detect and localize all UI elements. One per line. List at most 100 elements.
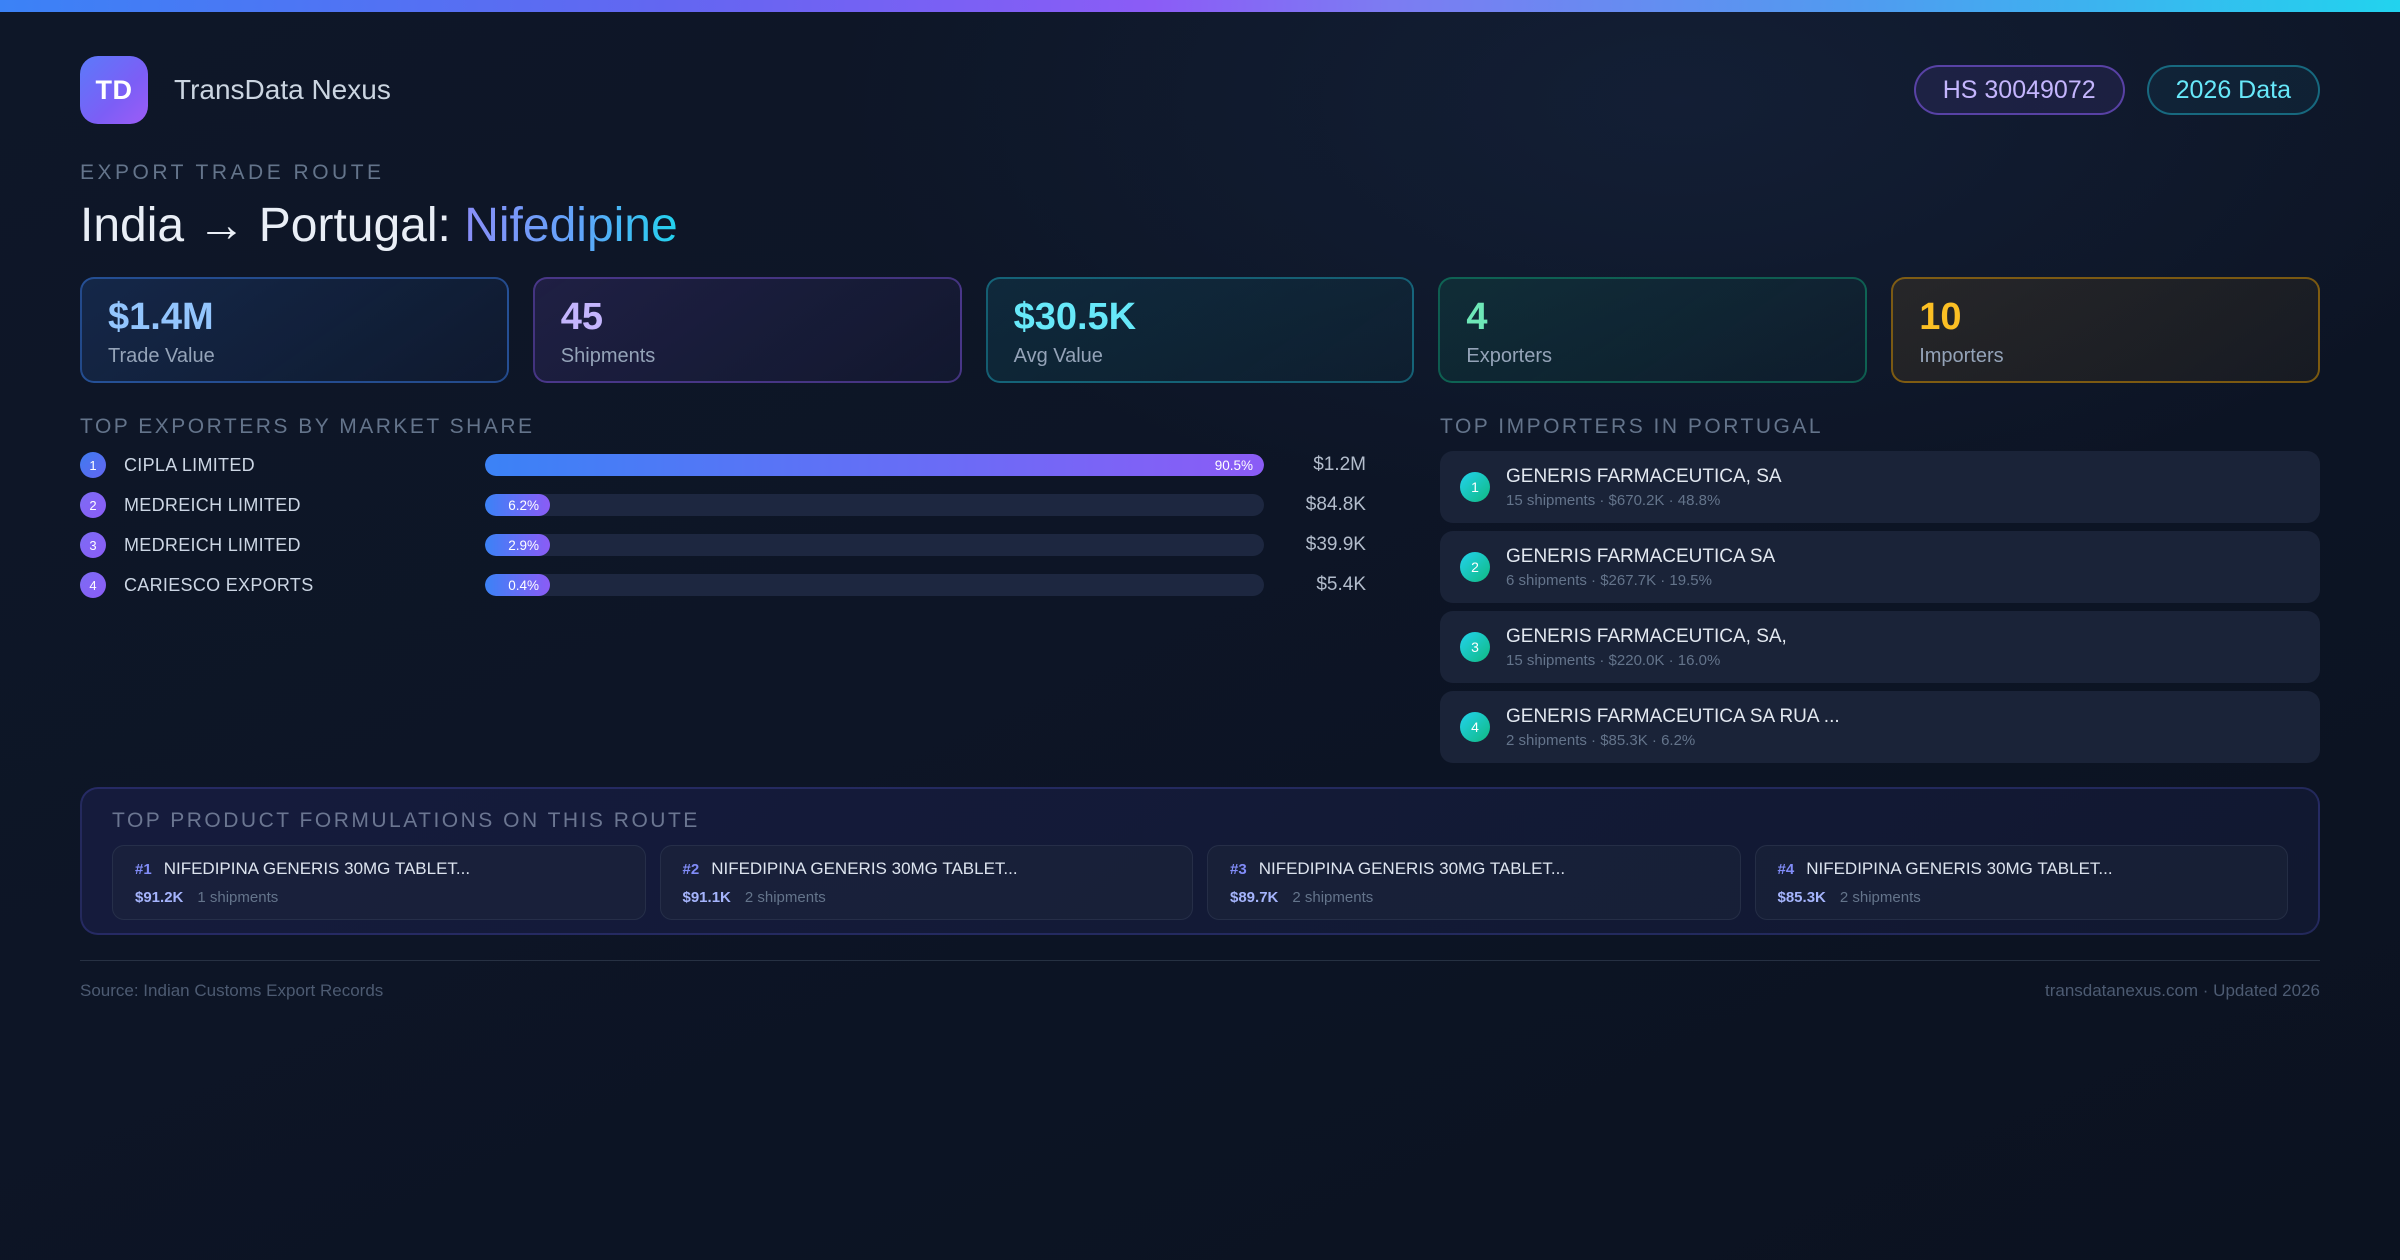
header-badges: HS 30049072 2026 Data xyxy=(1913,65,2320,115)
product-rank: #4 xyxy=(1777,861,1795,878)
page-title-product: Nifedipine xyxy=(464,199,678,252)
importer-card[interactable]: 3 GENERIS FARMACEUTICA, SA, 15 shipments… xyxy=(1440,611,2320,683)
exporter-name: MEDREICH LIMITED xyxy=(124,494,301,515)
importer-card[interactable]: 1 GENERIS FARMACEUTICA, SA 15 shipments … xyxy=(1440,451,2320,523)
rank-badge: 1 xyxy=(80,452,106,478)
main-columns: TOP EXPORTERS BY MARKET SHARE 1 CIPLA LI… xyxy=(80,415,2320,763)
importer-card[interactable]: 2 GENERIS FARMACEUTICA SA 6 shipments · … xyxy=(1440,531,2320,603)
footer-source: Source: Indian Customs Export Records xyxy=(80,981,384,1000)
rank-badge: 2 xyxy=(1460,552,1490,582)
importer-card[interactable]: 4 GENERIS FARMACEUTICA SA RUA ... 2 ship… xyxy=(1440,691,2320,763)
rank-badge: 4 xyxy=(80,572,106,598)
stat-value: 10 xyxy=(1919,296,1962,338)
rank-badge: 2 xyxy=(80,492,106,518)
importer-meta: 2 shipments · $85.3K · 6.2% xyxy=(1506,731,1696,749)
exporter-value: $1.2M xyxy=(1313,454,1366,475)
products-panel: TOP PRODUCT FORMULATIONS ON THIS ROUTE #… xyxy=(80,787,2320,935)
product-card[interactable]: #1 NIFEDIPINA GENERIS 30MG TABLET... $91… xyxy=(112,845,646,920)
exporter-value: $5.4K xyxy=(1316,574,1366,595)
importers-heading: TOP IMPORTERS IN PORTUGAL xyxy=(1440,415,1824,438)
importer-meta: 15 shipments · $670.2K · 48.8% xyxy=(1506,491,1721,509)
product-name: NIFEDIPINA GENERIS 30MG TABLET... xyxy=(1806,859,2113,878)
exporters-section: TOP EXPORTERS BY MARKET SHARE 1 CIPLA LI… xyxy=(80,415,1366,763)
exporters-chart: 1 CIPLA LIMITED 90.5% $1.2M 2 MEDREICH L… xyxy=(80,452,1366,598)
stat-value: $1.4M xyxy=(108,296,214,338)
market-share-bar-track: 2.9% xyxy=(485,534,1264,556)
market-share-bar-track: 0.4% xyxy=(485,574,1264,596)
header: TD TransData Nexus HS 30049072 2026 Data xyxy=(80,56,2320,124)
product-rank: #3 xyxy=(1230,861,1247,878)
page-title-route: India → Portugal: xyxy=(80,199,465,252)
rank-badge: 3 xyxy=(80,532,106,558)
market-share-bar-track: 90.5% xyxy=(485,454,1264,476)
stat-label: Avg Value xyxy=(1013,345,1103,367)
brand-name: TransData Nexus xyxy=(174,74,391,105)
stat-value: 45 xyxy=(560,296,604,338)
market-share-bar: 0.4% xyxy=(485,574,550,596)
product-card[interactable]: #3 NIFEDIPINA GENERIS 30MG TABLET... $89… xyxy=(1207,845,1741,920)
market-share-bar-track: 6.2% xyxy=(485,494,1264,516)
exporter-row[interactable]: 4 CARIESCO EXPORTS 0.4% $5.4K xyxy=(80,572,1366,598)
exporter-value: $39.9K xyxy=(1305,534,1366,555)
market-share-bar: 90.5% xyxy=(485,454,1264,476)
stat-card-avg-value: $30.5K Avg Value xyxy=(985,277,1415,383)
brand: TD TransData Nexus xyxy=(80,56,391,124)
page-title: India → Portugal: Nifedipine xyxy=(80,199,2320,253)
eyebrow-label: EXPORT TRADE ROUTE xyxy=(80,161,385,184)
product-name: NIFEDIPINA GENERIS 30MG TABLET... xyxy=(163,859,471,878)
product-card[interactable]: #2 NIFEDIPINA GENERIS 30MG TABLET... $91… xyxy=(659,845,1193,920)
footer-site-info: transdatanexus.com · Updated 2026 xyxy=(2044,981,2320,1000)
page: TD TransData Nexus HS 30049072 2026 Data… xyxy=(0,56,2400,1001)
product-value: $85.3K xyxy=(1777,889,1826,906)
exporter-value: $84.8K xyxy=(1305,494,1366,515)
brand-logo: TD xyxy=(80,56,148,124)
stat-card-importers: 10 Importers xyxy=(1891,277,2320,383)
product-name: NIFEDIPINA GENERIS 30MG TABLET... xyxy=(711,859,1018,878)
product-shipments: 2 shipments xyxy=(744,889,826,906)
products-list: #1 NIFEDIPINA GENERIS 30MG TABLET... $91… xyxy=(112,845,2288,920)
stat-card-shipments: 45 Shipments xyxy=(532,277,962,383)
product-shipments: 1 shipments xyxy=(197,889,279,906)
top-accent-bar xyxy=(0,0,2400,12)
products-heading: TOP PRODUCT FORMULATIONS ON THIS ROUTE xyxy=(112,809,700,832)
stat-label: Shipments xyxy=(560,345,656,367)
importers-section: TOP IMPORTERS IN PORTUGAL 1 GENERIS FARM… xyxy=(1440,415,2320,763)
importer-name: GENERIS FARMACEUTICA SA xyxy=(1506,545,1776,567)
exporter-row[interactable]: 3 MEDREICH LIMITED 2.9% $39.9K xyxy=(80,532,1366,558)
product-shipments: 2 shipments xyxy=(1839,889,1921,906)
exporter-name: CIPLA LIMITED xyxy=(124,454,255,475)
product-value: $89.7K xyxy=(1230,889,1279,906)
stat-cards: $1.4M Trade Value 45 Shipments $30.5K Av… xyxy=(80,277,2320,383)
exporter-row[interactable]: 2 MEDREICH LIMITED 6.2% $84.8K xyxy=(80,492,1366,518)
market-share-bar: 2.9% xyxy=(485,534,550,556)
rank-badge: 3 xyxy=(1460,632,1490,662)
stat-card-exporters: 4 Exporters xyxy=(1438,277,1868,383)
footer: Source: Indian Customs Export Records tr… xyxy=(80,960,2320,1001)
hs-code-badge[interactable]: HS 30049072 xyxy=(1913,65,2125,115)
market-share-bar: 6.2% xyxy=(485,494,550,516)
data-year-badge[interactable]: 2026 Data xyxy=(2146,65,2320,115)
exporters-heading: TOP EXPORTERS BY MARKET SHARE xyxy=(80,415,535,438)
product-value: $91.2K xyxy=(135,889,184,906)
exporter-row[interactable]: 1 CIPLA LIMITED 90.5% $1.2M xyxy=(80,452,1366,478)
stat-value: 4 xyxy=(1466,296,1488,338)
importer-info: GENERIS FARMACEUTICA, SA, 15 shipments ·… xyxy=(1506,625,1787,670)
brand-logo-text: TD xyxy=(95,74,133,105)
product-shipments: 2 shipments xyxy=(1292,889,1374,906)
stat-label: Importers xyxy=(1919,345,2004,367)
product-rank: #2 xyxy=(682,861,700,878)
exporter-name: CARIESCO EXPORTS xyxy=(124,574,314,595)
product-value: $91.1K xyxy=(682,889,731,906)
importers-list: 1 GENERIS FARMACEUTICA, SA 15 shipments … xyxy=(1440,451,2320,763)
rank-badge: 4 xyxy=(1460,712,1490,742)
stat-label: Exporters xyxy=(1466,345,1552,367)
product-card[interactable]: #4 NIFEDIPINA GENERIS 30MG TABLET... $85… xyxy=(1754,845,2288,920)
importer-meta: 15 shipments · $220.0K · 16.0% xyxy=(1506,651,1721,669)
importer-info: GENERIS FARMACEUTICA SA 6 shipments · $2… xyxy=(1506,545,1775,590)
importer-info: GENERIS FARMACEUTICA, SA 15 shipments · … xyxy=(1506,465,1782,510)
product-name: NIFEDIPINA GENERIS 30MG TABLET... xyxy=(1258,859,1566,878)
exporter-name: MEDREICH LIMITED xyxy=(124,534,301,555)
importer-info: GENERIS FARMACEUTICA SA RUA ... 2 shipme… xyxy=(1506,705,1840,750)
stat-value: $30.5K xyxy=(1013,296,1137,338)
product-rank: #1 xyxy=(135,861,152,878)
